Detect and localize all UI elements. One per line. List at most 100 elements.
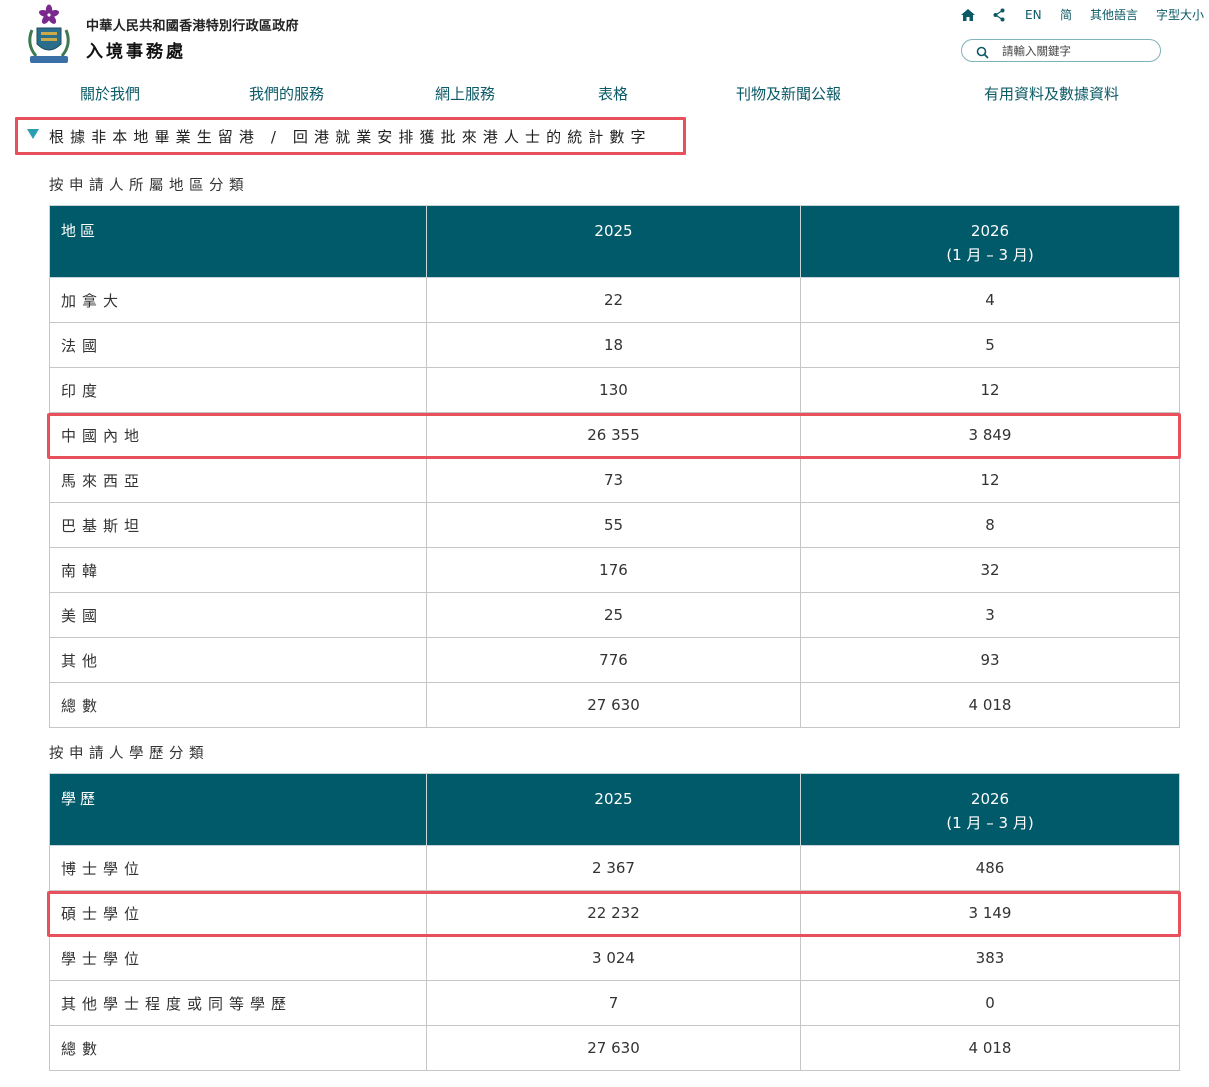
- table-row: 學士學位 3 024 383: [49, 935, 1180, 981]
- hksar-emblem-logo[interactable]: [22, 4, 76, 66]
- value-2026: 0: [800, 980, 1180, 1026]
- row-label: 學士學位: [49, 935, 427, 981]
- nav-forms[interactable]: 表格: [598, 82, 628, 106]
- row-label: 博士學位: [49, 845, 427, 891]
- table-row: 馬來西亞 73 12: [49, 457, 1180, 503]
- nav-about-us[interactable]: 關於我們: [80, 82, 140, 106]
- value-2026: 383: [800, 935, 1180, 981]
- value-2026: 4 018: [800, 1025, 1180, 1071]
- value-2025: 27 630: [426, 682, 801, 728]
- row-label: 其他: [49, 637, 427, 683]
- table-row: 博士學位 2 367 486: [49, 845, 1180, 891]
- row-label: 印度: [49, 367, 427, 413]
- table-row: 南韓 176 32: [49, 547, 1180, 593]
- row-label: 總數: [49, 682, 427, 728]
- search-icon[interactable]: [976, 44, 989, 63]
- table-row: 其他 776 93: [49, 637, 1180, 683]
- value-2025: 18: [426, 322, 801, 368]
- value-2025: 55: [426, 502, 801, 548]
- value-2026: 486: [800, 845, 1180, 891]
- government-name: 中華人民共和國香港特別行政區政府: [86, 19, 299, 34]
- value-2026: 4 018: [800, 682, 1180, 728]
- english-language-link[interactable]: EN: [1025, 6, 1042, 24]
- font-size-link[interactable]: 字型大小: [1156, 6, 1204, 24]
- row-label: 巴基斯坦: [49, 502, 427, 548]
- table-row: 巴基斯坦 55 8: [49, 502, 1180, 548]
- table-row-highlighted: 中國內地 26 355 3 849: [49, 412, 1180, 458]
- section-title-collapsible[interactable]: 根據非本地畢業生留港 / 回港就業安排獲批來港人士的統計數字: [15, 117, 686, 155]
- education-table-heading: 按申請人學歷分類: [49, 746, 209, 762]
- value-2026: 12: [800, 367, 1180, 413]
- value-2025: 776: [426, 637, 801, 683]
- simplified-chinese-link[interactable]: 简: [1060, 6, 1072, 24]
- value-2026: 3 849: [800, 412, 1180, 458]
- col-header-education: 學歷: [49, 773, 427, 846]
- search-box: [961, 39, 1161, 62]
- table-row-total: 總數 27 630 4 018: [49, 1025, 1180, 1071]
- search-input[interactable]: [1002, 42, 1152, 59]
- row-label: 法國: [49, 322, 427, 368]
- value-2025: 2 367: [426, 845, 801, 891]
- value-2025: 176: [426, 547, 801, 593]
- region-table-heading: 按申請人所屬地區分類: [49, 178, 249, 194]
- value-2025: 7: [426, 980, 801, 1026]
- main-nav: 關於我們 我們的服務 網上服務 表格 刊物及新聞公報 有用資料及數據資料: [0, 82, 1209, 108]
- other-languages-link[interactable]: 其他語言: [1090, 6, 1138, 24]
- col-header-2026-period: (1 月 – 3 月): [946, 246, 1034, 264]
- value-2026: 32: [800, 547, 1180, 593]
- value-2025: 27 630: [426, 1025, 801, 1071]
- value-2025: 22: [426, 277, 801, 323]
- row-label: 碩士學位: [49, 890, 427, 936]
- value-2026: 3 149: [800, 890, 1180, 936]
- row-label: 總數: [49, 1025, 427, 1071]
- row-label: 南韓: [49, 547, 427, 593]
- home-icon[interactable]: [960, 6, 976, 24]
- table-header-row: 地區 2025 2026 (1 月 – 3 月): [49, 205, 1180, 278]
- value-2026: 4: [800, 277, 1180, 323]
- share-icon[interactable]: [993, 6, 1005, 24]
- row-label: 馬來西亞: [49, 457, 427, 503]
- col-header-2026-year: 2026: [970, 790, 1010, 808]
- row-label: 加拿大: [49, 277, 427, 323]
- utility-bar: EN 简 其他語言 字型大小: [950, 6, 1205, 24]
- value-2025: 22 232: [426, 890, 801, 936]
- col-header-2026: 2026 (1 月 – 3 月): [800, 205, 1180, 278]
- row-label: 美國: [49, 592, 427, 638]
- col-header-2025: 2025: [426, 773, 801, 846]
- table-row-total: 總數 27 630 4 018: [49, 682, 1180, 728]
- value-2025: 73: [426, 457, 801, 503]
- nav-online-services[interactable]: 網上服務: [435, 82, 495, 106]
- value-2025: 26 355: [426, 412, 801, 458]
- table-row: 其他學士程度或同等學歷 7 0: [49, 980, 1180, 1026]
- table-row: 美國 25 3: [49, 592, 1180, 638]
- value-2026: 8: [800, 502, 1180, 548]
- row-label: 中國內地: [49, 412, 427, 458]
- region-statistics-table: 地區 2025 2026 (1 月 – 3 月) 加拿大 22 4 法國 18 5 印度…: [49, 205, 1180, 728]
- value-2026: 12: [800, 457, 1180, 503]
- table-header-row: 學歷 2025 2026 (1 月 – 3 月): [49, 773, 1180, 846]
- col-header-2026: 2026 (1 月 – 3 月): [800, 773, 1180, 846]
- expand-triangle-icon[interactable]: [27, 129, 39, 139]
- nav-useful-info-statistics[interactable]: 有用資料及數據資料: [984, 82, 1119, 106]
- table-row: 法國 18 5: [49, 322, 1180, 368]
- value-2025: 130: [426, 367, 801, 413]
- col-header-2025: 2025: [426, 205, 801, 278]
- table-row: 印度 130 12: [49, 367, 1180, 413]
- education-statistics-table: 學歷 2025 2026 (1 月 – 3 月) 博士學位 2 367 486 碩士…: [49, 773, 1180, 1071]
- department-name: 入境事務處: [86, 42, 186, 62]
- nav-our-services[interactable]: 我們的服務: [249, 82, 324, 106]
- nav-publications-press-releases[interactable]: 刊物及新聞公報: [736, 82, 841, 106]
- section-title-text: 根據非本地畢業生留港 / 回港就業安排獲批來港人士的統計數字: [49, 128, 652, 146]
- table-row-highlighted: 碩士學位 22 232 3 149: [49, 890, 1180, 936]
- value-2026: 93: [800, 637, 1180, 683]
- value-2025: 25: [426, 592, 801, 638]
- col-header-2026-period: (1 月 – 3 月): [946, 814, 1034, 832]
- col-header-2026-year: 2026: [970, 222, 1010, 240]
- value-2026: 3: [800, 592, 1180, 638]
- site-header: 中華人民共和國香港特別行政區政府 入境事務處 EN 简 其他語言 字型大小: [0, 0, 1209, 75]
- value-2025: 3 024: [426, 935, 801, 981]
- col-header-region: 地區: [49, 205, 427, 278]
- value-2026: 5: [800, 322, 1180, 368]
- table-row: 加拿大 22 4: [49, 277, 1180, 323]
- row-label: 其他學士程度或同等學歷: [49, 980, 427, 1026]
